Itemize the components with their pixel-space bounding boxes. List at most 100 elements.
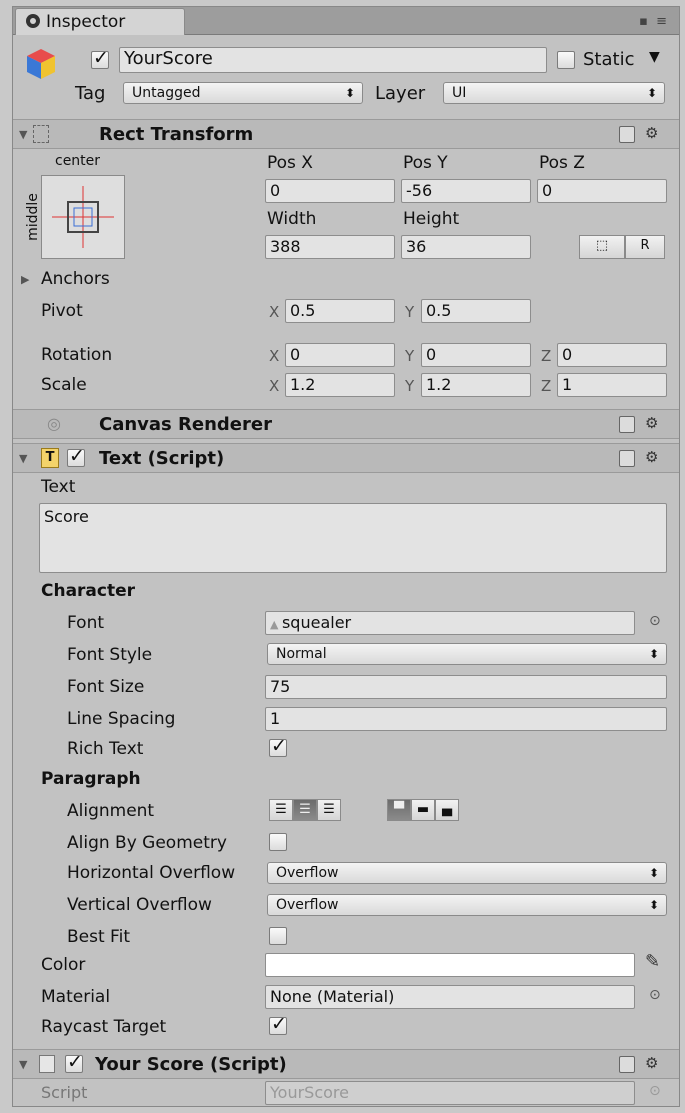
static-toggle[interactable] xyxy=(557,51,575,69)
rotation-label: Rotation xyxy=(41,345,113,365)
anchor-vertical-label: middle xyxy=(24,193,41,241)
font-field[interactable]: ▲ squealer xyxy=(265,611,635,635)
pivot-x-axis: X xyxy=(269,303,280,321)
text-script-enabled-toggle[interactable]: ✓ xyxy=(67,445,85,467)
material-field[interactable]: None (Material) xyxy=(265,985,635,1009)
font-label: Font xyxy=(67,613,105,633)
vertical-overflow-label: Vertical Overflow xyxy=(67,895,212,915)
canvas-renderer-header[interactable]: ◎ Canvas Renderer ⚙ xyxy=(13,409,679,439)
active-toggle[interactable]: ✓ xyxy=(91,47,109,69)
horizontal-overflow-label: Horizontal Overflow xyxy=(67,863,236,883)
rotation-x-axis: X xyxy=(269,347,280,365)
scale-x-axis: X xyxy=(269,377,280,395)
gear-icon[interactable]: ⚙ xyxy=(645,124,658,142)
best-fit-toggle[interactable] xyxy=(269,927,287,945)
book-icon[interactable] xyxy=(619,450,635,467)
your-score-script-header[interactable]: ▼ ✓ Your Score (Script) ⚙ xyxy=(13,1049,679,1079)
layer-dropdown[interactable]: UI ⬍ xyxy=(443,82,665,104)
layer-label: Layer xyxy=(375,83,426,104)
align-left-button[interactable]: ☰ xyxy=(269,799,293,821)
best-fit-label: Best Fit xyxy=(67,927,130,947)
font-value: squealer xyxy=(281,613,352,632)
book-icon[interactable] xyxy=(619,126,635,143)
pos-y-label: Pos Y xyxy=(403,153,448,173)
eyedropper-icon[interactable]: ✎ xyxy=(645,951,660,972)
pivot-label: Pivot xyxy=(41,301,83,321)
text-component-icon: T xyxy=(41,448,59,468)
align-top-button[interactable]: ▀ xyxy=(387,799,411,821)
rect-transform-icon xyxy=(33,125,49,143)
text-area[interactable]: Score xyxy=(39,503,667,573)
raycast-target-toggle[interactable]: ✓ xyxy=(269,1013,287,1035)
align-bottom-button[interactable]: ▄ xyxy=(435,799,459,821)
anchors-label[interactable]: Anchors xyxy=(41,269,110,289)
scale-z-field[interactable]: 1 xyxy=(557,373,667,397)
line-spacing-field[interactable]: 1 xyxy=(265,707,667,731)
object-name-input[interactable]: YourScore xyxy=(119,47,547,73)
scale-y-axis: Y xyxy=(405,377,415,395)
rotation-y-field[interactable]: 0 xyxy=(421,343,531,367)
raycast-target-label: Raycast Target xyxy=(41,1017,167,1037)
pos-z-field[interactable]: 0 xyxy=(537,179,667,203)
height-field[interactable]: 36 xyxy=(401,235,531,259)
cube-icon xyxy=(25,47,57,81)
pos-y-field[interactable]: -56 xyxy=(401,179,531,203)
pos-x-field[interactable]: 0 xyxy=(265,179,395,203)
align-center-button[interactable]: ☰ xyxy=(293,799,317,821)
gear-icon[interactable]: ⚙ xyxy=(645,448,658,466)
scale-y-field[interactable]: 1.2 xyxy=(421,373,531,397)
scale-z-axis: Z xyxy=(541,377,552,395)
align-by-geometry-toggle[interactable] xyxy=(269,833,287,851)
horizontal-overflow-value: Overflow xyxy=(276,865,339,881)
line-spacing-label: Line Spacing xyxy=(67,709,176,729)
rich-text-toggle[interactable]: ✓ xyxy=(269,735,287,757)
rotation-z-field[interactable]: 0 xyxy=(557,343,667,367)
align-right-button[interactable]: ☰ xyxy=(317,799,341,821)
color-label: Color xyxy=(41,955,86,975)
rich-text-label: Rich Text xyxy=(67,739,144,759)
book-icon[interactable] xyxy=(619,1056,635,1073)
vertical-overflow-dropdown[interactable]: Overflow ⬍ xyxy=(267,894,667,916)
font-style-dropdown[interactable]: Normal ⬍ xyxy=(267,643,667,665)
inspector-panel: Inspector ▪ ≡ ✓ YourScore Static ▼ Tag U… xyxy=(12,6,680,1107)
anchor-horizontal-label: center xyxy=(55,153,101,169)
raw-edit-button[interactable]: R xyxy=(625,235,665,259)
pivot-y-axis: Y xyxy=(405,303,415,321)
static-label: Static xyxy=(583,49,635,70)
tag-dropdown[interactable]: Untagged ⬍ xyxy=(123,82,363,104)
horizontal-overflow-dropdown[interactable]: Overflow ⬍ xyxy=(267,862,667,884)
text-script-header[interactable]: ▼ T ✓ Text (Script) ⚙ xyxy=(13,443,679,473)
pivot-y-field[interactable]: 0.5 xyxy=(421,299,531,323)
width-field[interactable]: 388 xyxy=(265,235,395,259)
scale-x-field[interactable]: 1.2 xyxy=(285,373,395,397)
window-menu-icon[interactable]: ▪ ≡ xyxy=(639,14,669,29)
font-style-value: Normal xyxy=(276,646,327,662)
gear-icon[interactable]: ⚙ xyxy=(645,1054,658,1072)
gear-icon[interactable]: ⚙ xyxy=(645,414,658,432)
script-label: Script xyxy=(41,1083,88,1102)
object-picker-icon[interactable]: ⊙ xyxy=(649,987,661,1003)
anchors-foldout-icon[interactable]: ▶ xyxy=(21,273,29,286)
pos-z-label: Pos Z xyxy=(539,153,585,173)
foldout-arrow-icon[interactable]: ▼ xyxy=(19,452,27,465)
rect-transform-title: Rect Transform xyxy=(99,124,254,145)
foldout-arrow-icon[interactable]: ▼ xyxy=(19,128,27,141)
pivot-x-field[interactable]: 0.5 xyxy=(285,299,395,323)
font-size-field[interactable]: 75 xyxy=(265,675,667,699)
your-score-enabled-toggle[interactable]: ✓ xyxy=(65,1051,83,1073)
blueprint-mode-button[interactable]: ⬚ xyxy=(579,235,625,259)
tab-inspector[interactable]: Inspector xyxy=(15,8,185,35)
material-label: Material xyxy=(41,987,111,1007)
object-picker-icon[interactable]: ⊙ xyxy=(649,613,661,629)
color-swatch[interactable] xyxy=(265,953,635,977)
rotation-z-axis: Z xyxy=(541,347,552,365)
rotation-x-field[interactable]: 0 xyxy=(285,343,395,367)
paragraph-section-label: Paragraph xyxy=(41,769,141,789)
foldout-arrow-icon[interactable]: ▼ xyxy=(19,1058,27,1071)
align-middle-button[interactable]: ▬ xyxy=(411,799,435,821)
book-icon[interactable] xyxy=(619,416,635,433)
anchor-presets-button[interactable] xyxy=(41,175,125,259)
rect-transform-header[interactable]: ▼ Rect Transform ⚙ xyxy=(13,119,679,149)
canvas-renderer-icon: ◎ xyxy=(47,414,61,433)
static-dropdown-arrow[interactable]: ▼ xyxy=(649,49,660,65)
